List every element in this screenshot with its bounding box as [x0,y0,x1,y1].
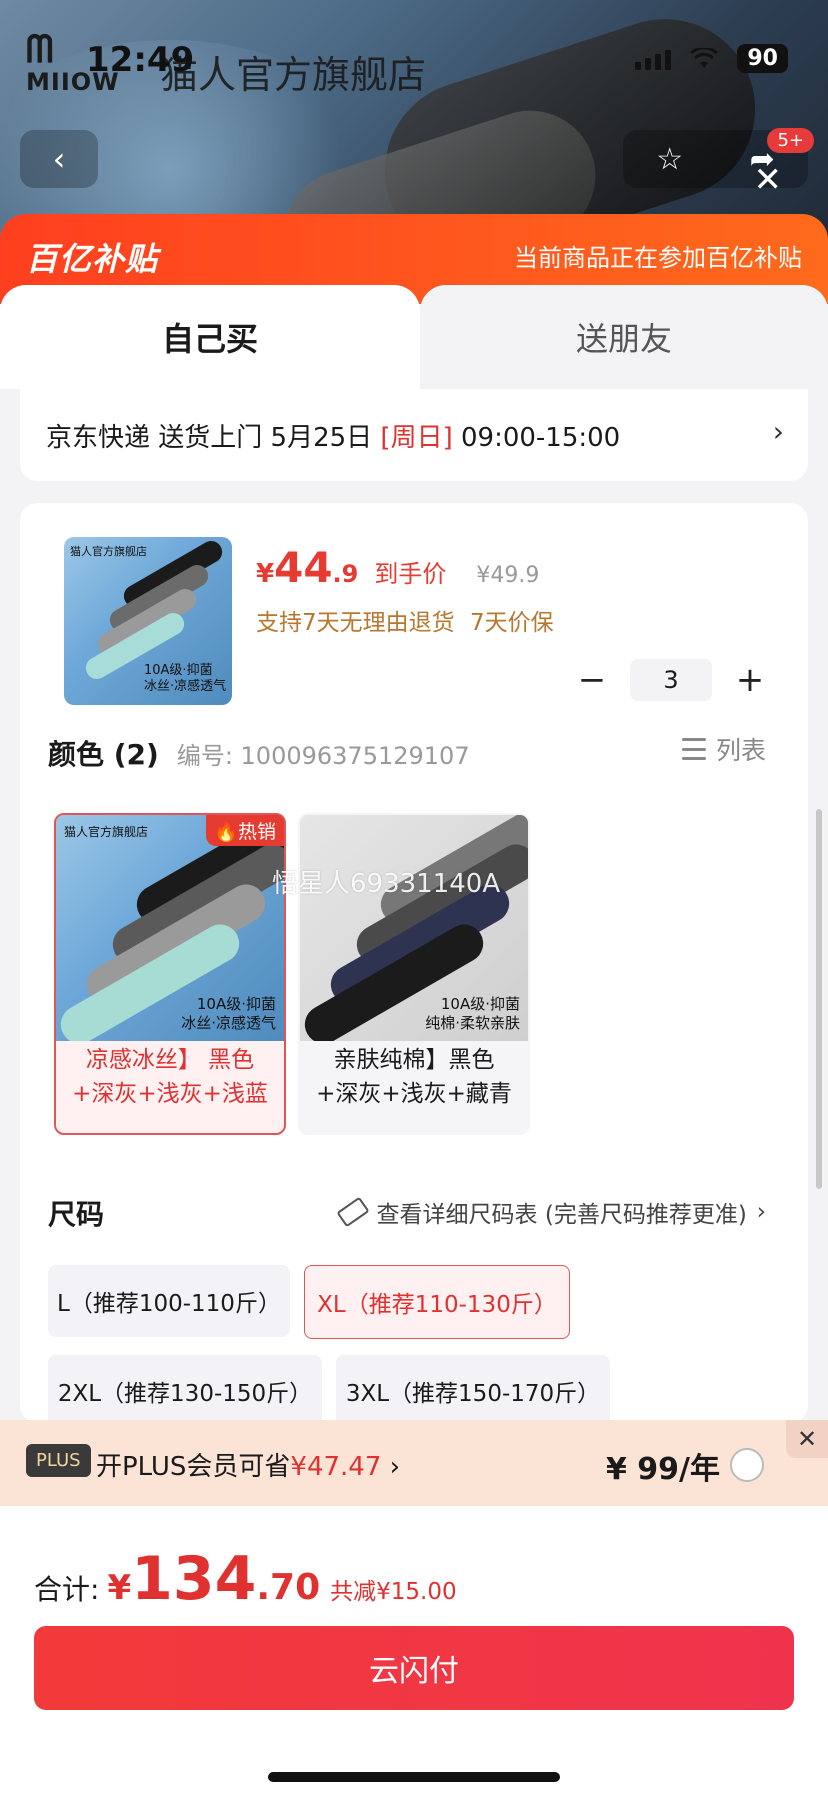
delivery-row[interactable]: 京东快递 送货上门 5月25日 [周日] 09:00-15:00 › [20,389,808,481]
price-currency: ¥ [256,559,275,589]
variant-label-2: +深灰+浅灰+藏青 [316,1081,512,1107]
wifi-icon [690,47,719,68]
delivery-time: 09:00-15:00 [452,423,621,453]
variant-brand: 猫人官方旗舰店 [64,825,149,839]
plus-text-prefix: 开PLUS会员可省 [96,1452,291,1482]
variant-caption-2: 冰丝·凉感透气 [181,1014,276,1032]
store-name: 猫人官方旗舰店 [160,53,427,97]
watermark-text: 悟星人69331140A [272,869,501,899]
list-view-button[interactable]: 列表 [681,731,766,767]
list-view-label: 列表 [715,736,766,765]
hot-sale-badge: 🔥热销 [206,815,284,846]
tab-buy-self[interactable]: 自己买 [0,285,420,389]
product-card: 猫人官方旗舰店 10A级·抑菌 冰丝·凉感透气 ¥ 44 .9 到手价 ¥49.… [20,503,808,1427]
close-icon[interactable]: ✕ [754,163,783,197]
delivery-text: 京东快递 送货上门 5月25日 [周日] 09:00-15:00 [46,417,620,454]
checkout-bar: 合计: ¥ 134 .70 共减¥15.00 云闪付 [0,1506,828,1796]
status-time: 12:49 [86,40,195,80]
size-title: 尺码 [48,1198,105,1231]
pay-button[interactable]: 云闪付 [34,1626,794,1710]
qty-plus-button[interactable]: + [734,660,766,700]
variant-image: 10A级·抑菌 纯棉·柔软亲肤 [300,815,528,1041]
tab-gift-friend[interactable]: 送朋友 [420,285,828,389]
product-code: 编号: 100096375129107 [176,742,470,770]
total-integer: 134 [131,1544,257,1614]
price-label: 到手价 [374,560,447,588]
hot-sale-label: 热销 [237,821,276,843]
size-option-xl[interactable]: XL（推荐110-130斤） [304,1265,570,1339]
list-icon [681,738,706,760]
chevron-right-icon: › [389,1452,401,1482]
product-thumbnail[interactable]: 猫人官方旗舰店 10A级·抑菌 冰丝·凉感透气 [64,537,232,705]
delivery-prefix: 京东快递 送货上门 5月25日 [46,423,381,453]
total-row: 合计: ¥ 134 .70 共减¥15.00 [34,1544,457,1614]
variant-label-1: 亲肤纯棉】黑色 [333,1047,495,1073]
sheet-body: 京东快递 送货上门 5月25日 [周日] 09:00-15:00 › 猫人官方旗… [0,389,828,1427]
quantity-input[interactable]: 3 [630,659,712,701]
subsidy-logo: 百亿补贴 [26,240,159,278]
size-option-l[interactable]: L（推荐100-110斤） [48,1265,290,1337]
variant-caption: 10A级·抑菌 冰丝·凉感透气 [181,995,276,1033]
back-button[interactable]: ‹ [20,130,98,188]
flame-icon: 🔥 [214,821,238,843]
color-title: 颜色 (2) [48,738,159,771]
color-variant-ice-silk[interactable]: 猫人官方旗舰店 10A级·抑菌 冰丝·凉感透气 🔥热销 凉感冰丝】 黑色 +深灰… [54,813,286,1135]
original-price: ¥49.9 [476,563,540,588]
plus-text: 开PLUS会员可省¥47.47 › [96,1446,400,1483]
thumb-garments [81,537,227,684]
size-chart-link[interactable]: 查看详细尺码表 (完善尺码推荐更准) › [335,1195,766,1229]
plus-promo-bar[interactable]: PLUS 开PLUS会员可省¥47.47 › ¥ 99/年 ✕ [0,1420,828,1506]
total-currency: ¥ [107,1568,132,1608]
subsidy-note: 当前商品正在参加百亿补贴 [514,244,802,272]
delivery-day: [周日] [380,423,453,453]
plus-price: ¥ 99/年 [605,1452,720,1487]
total-label: 合计: [34,1573,100,1606]
thumb-brand: 猫人官方旗舰店 [70,545,147,558]
battery-icon: 90 [737,44,788,73]
total-decimal: .70 [256,1567,321,1608]
home-indicator [268,1772,560,1782]
plus-radio[interactable] [730,1448,764,1482]
variant-caption: 10A级·抑菌 纯棉·柔软亲肤 [425,995,520,1033]
price-row: ¥ 44 .9 到手价 ¥49.9 [256,543,539,592]
size-option-3xl[interactable]: 3XL（推荐150-170斤） [336,1355,610,1427]
total-savings: 共减¥15.00 [330,1579,457,1605]
quantity-stepper: − 3 + [576,659,766,701]
thumb-caption-1: 10A级·抑菌 [144,663,213,678]
price-integer: 44 [274,543,333,592]
cart-badge: 5+ [767,128,814,153]
variant-label-2: +深灰+浅灰+浅蓝 [72,1081,268,1107]
price-decimal: .9 [332,560,359,588]
scrollbar[interactable] [816,809,822,1189]
variant-caption-1: 10A级·抑菌 [196,995,276,1013]
chevron-right-icon: › [772,415,784,448]
qty-minus-button[interactable]: − [576,660,608,700]
color-header: 颜色 (2) 编号: 100096375129107 [48,733,470,773]
variant-label-1: 凉感冰丝】 黑色 [85,1047,255,1073]
size-chart-label: 查看详细尺码表 (完善尺码推荐更准) [376,1202,747,1228]
service-tags: 支持7天无理由退货 7天价保 [256,610,554,636]
chevron-left-icon: ‹ [52,140,66,178]
purchase-tabs: 送朋友 自己买 [0,285,828,389]
signal-icon [635,48,672,70]
variant-image: 猫人官方旗舰店 10A级·抑菌 冰丝·凉感透气 [56,815,284,1041]
thumb-caption-2: 冰丝·凉感透气 [144,679,227,694]
variant-caption-2: 纯棉·柔软亲肤 [425,1014,520,1032]
close-icon[interactable]: ✕ [786,1420,828,1458]
plus-badge: PLUS [26,1444,91,1477]
ruler-icon [335,1196,370,1228]
thumb-caption: 10A级·抑菌 冰丝·凉感透气 [144,663,226,695]
variant-label: 亲肤纯棉】黑色 +深灰+浅灰+藏青 [300,1043,528,1111]
size-option-2xl[interactable]: 2XL（推荐130-150斤） [48,1355,322,1427]
plus-save-amount: ¥47.47 [290,1452,382,1482]
variant-label: 凉感冰丝】 黑色 +深灰+浅灰+浅蓝 [56,1043,284,1111]
chevron-right-icon: › [756,1199,766,1225]
variant-caption-1: 10A级·抑菌 [440,995,520,1013]
status-icons: 90 [635,44,788,73]
star-icon[interactable]: ☆ [656,142,683,177]
color-variant-cotton[interactable]: 10A级·抑菌 纯棉·柔软亲肤 亲肤纯棉】黑色 +深灰+浅灰+藏青 [298,813,530,1135]
